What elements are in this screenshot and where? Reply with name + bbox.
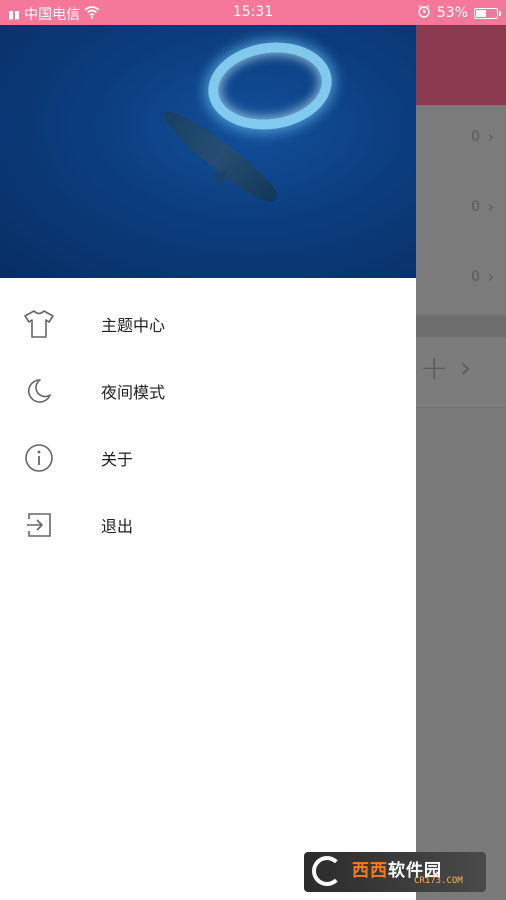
background-action-row: + › xyxy=(416,337,506,408)
moon-icon xyxy=(23,375,55,407)
info-icon xyxy=(23,442,55,474)
battery-icon xyxy=(474,7,501,19)
background-row: 0 › xyxy=(416,105,506,176)
chevron-right-icon: › xyxy=(487,197,494,216)
menu-label: 退出 xyxy=(101,517,134,536)
navigation-drawer: 主题中心 夜间模式 关于 退出 xyxy=(0,25,416,900)
plus-icon: + xyxy=(420,348,449,388)
alarm-icon xyxy=(417,4,431,22)
drawer-header-image xyxy=(0,25,416,278)
watermark-domain: CR173.COM xyxy=(414,876,463,886)
status-bar: ▮▮ 中国电信 15:31 53% xyxy=(0,0,506,25)
watermark-brand-main: 西西 xyxy=(352,861,388,881)
menu-label: 主题中心 xyxy=(101,316,166,335)
bubble-ring-graphic xyxy=(202,34,338,138)
menu-item-about[interactable]: 关于 xyxy=(0,424,416,491)
chevron-right-icon: › xyxy=(460,351,472,384)
row-count: 0 xyxy=(471,129,480,145)
drawer-menu: 主题中心 夜间模式 关于 退出 xyxy=(0,290,416,558)
menu-label: 夜间模式 xyxy=(101,383,166,402)
watermark-c-icon xyxy=(312,856,342,886)
watermark-logo: 西西软件园 CR173.COM xyxy=(304,852,486,892)
battery-percent: 53% xyxy=(436,5,468,21)
menu-item-logout[interactable]: 退出 xyxy=(0,491,416,558)
row-count: 0 xyxy=(471,199,480,215)
menu-item-theme-center[interactable]: 主题中心 xyxy=(0,290,416,357)
chevron-right-icon: › xyxy=(487,127,494,146)
menu-label: 关于 xyxy=(101,450,134,469)
background-row: 0 › xyxy=(416,175,506,246)
tshirt-icon xyxy=(23,308,55,340)
status-right: 53% xyxy=(417,4,501,22)
chevron-right-icon: › xyxy=(487,267,494,286)
background-row: 0 › xyxy=(416,245,506,316)
menu-item-night-mode[interactable]: 夜间模式 xyxy=(0,357,416,424)
row-count: 0 xyxy=(471,269,480,285)
logout-icon xyxy=(23,509,55,541)
